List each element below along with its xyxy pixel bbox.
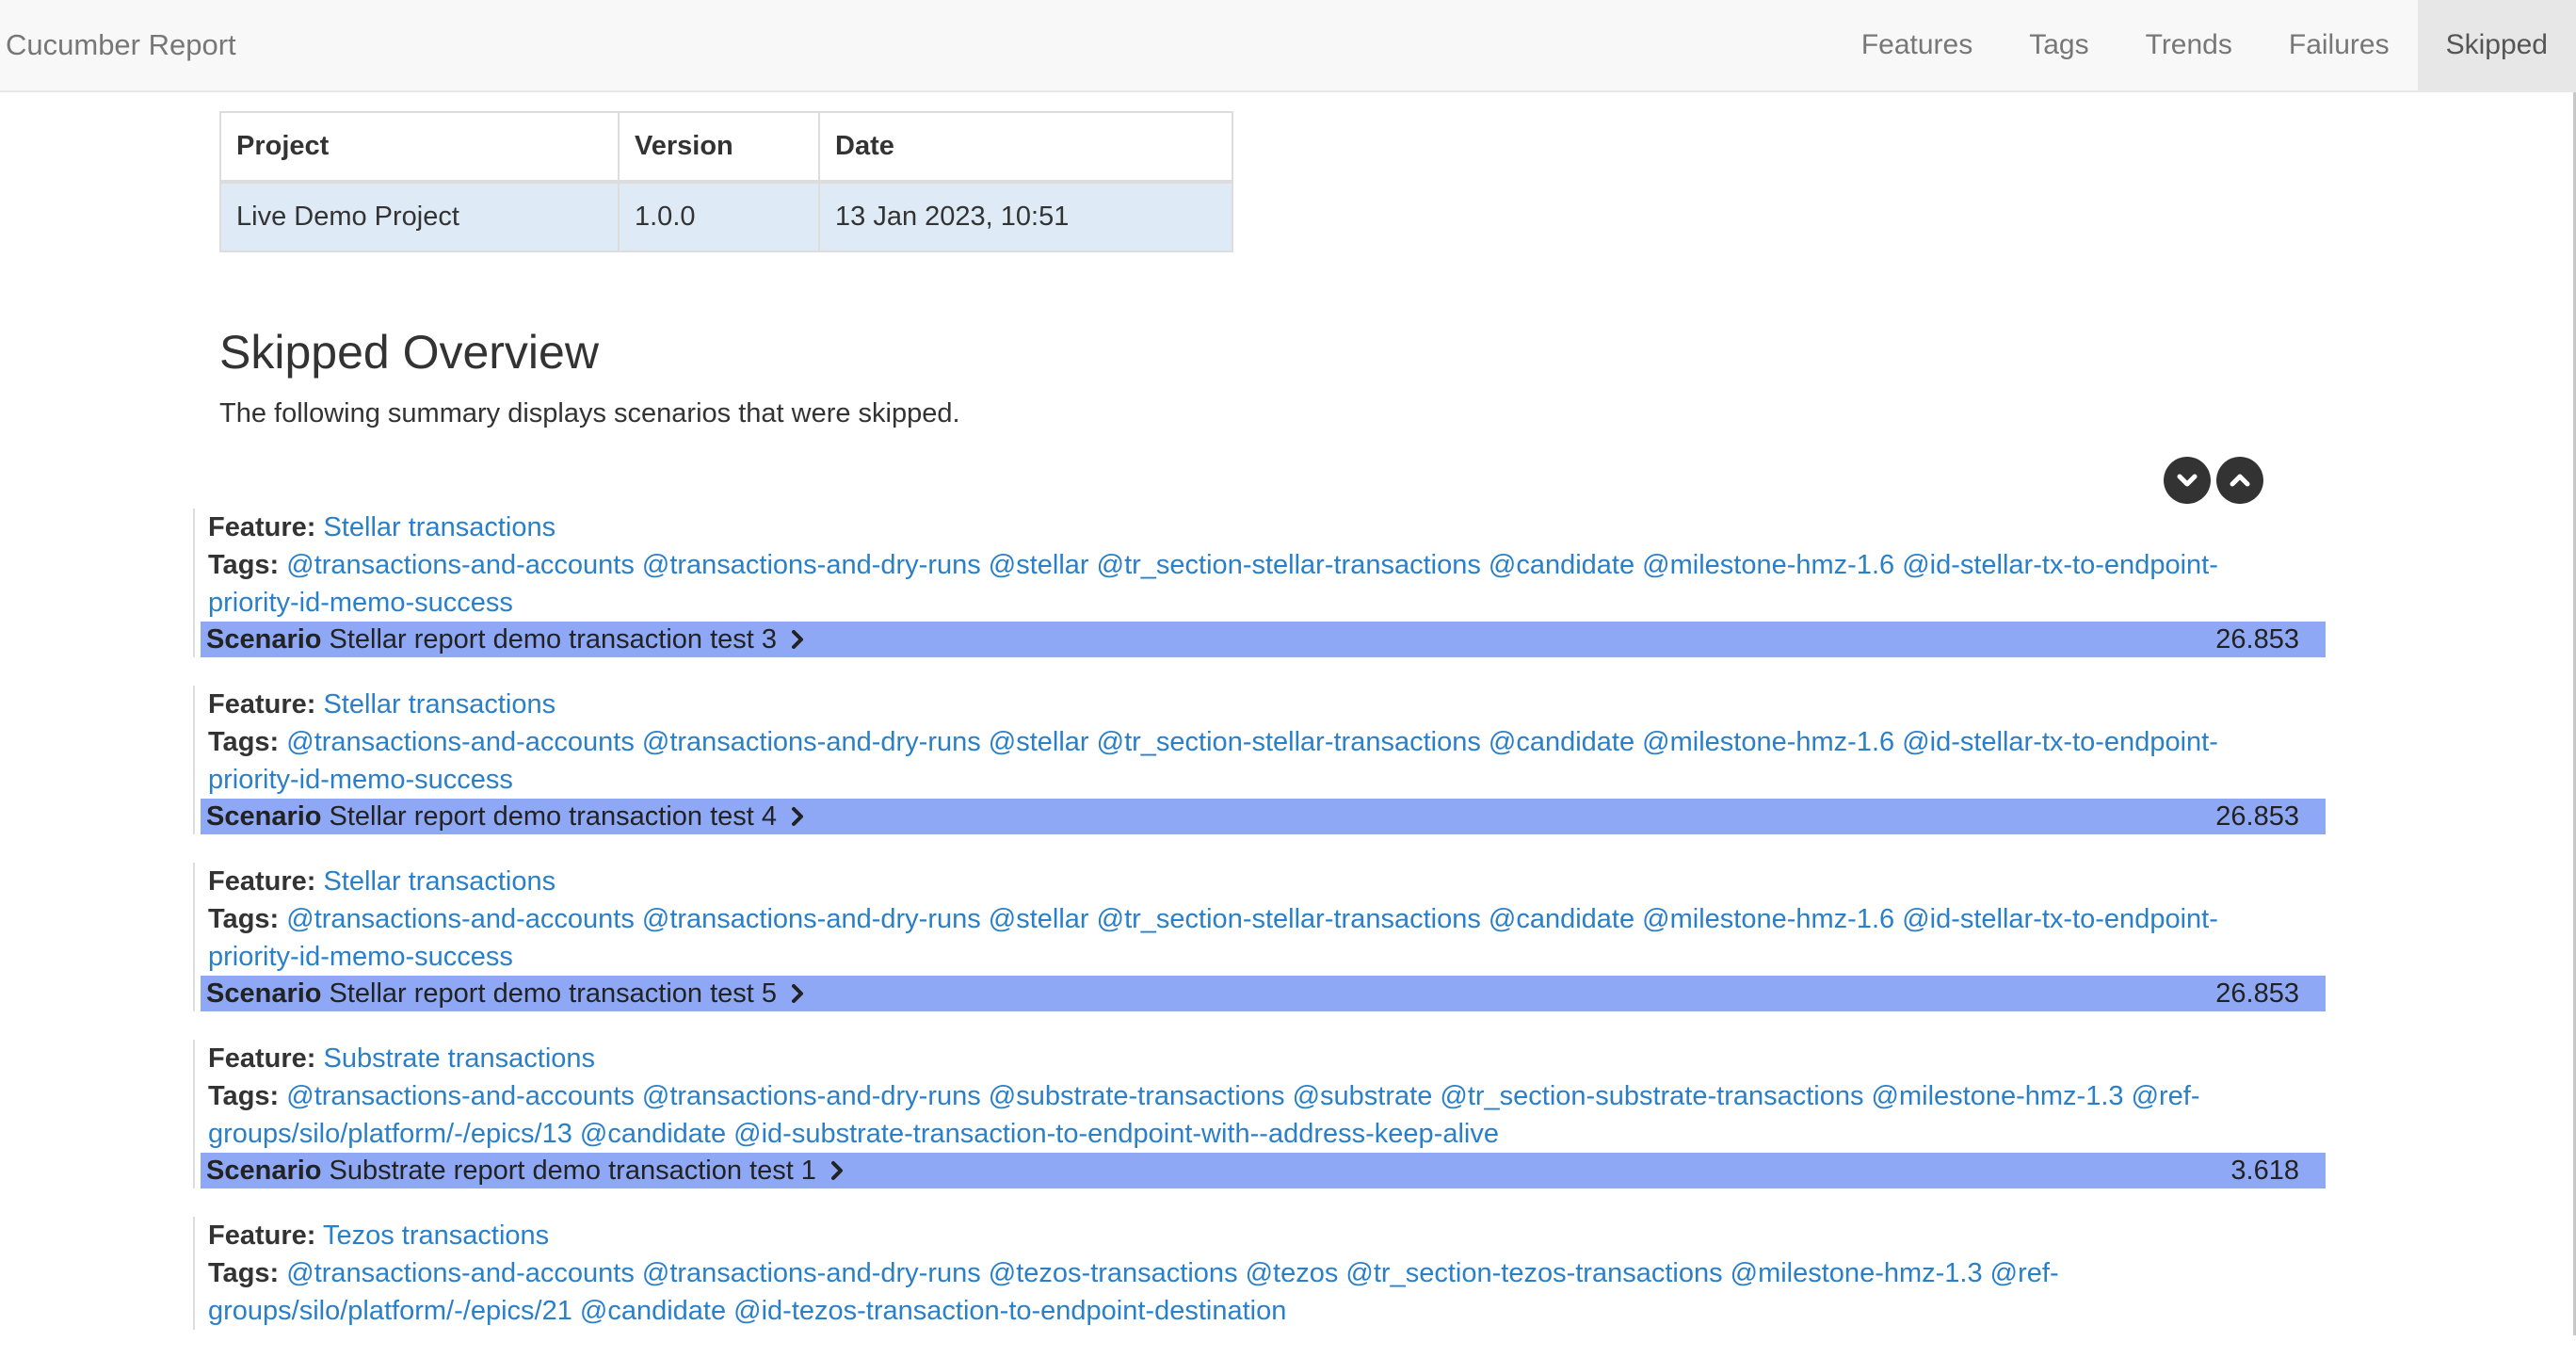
feature-link[interactable]: Substrate transactions xyxy=(323,1043,595,1074)
header-date: Date xyxy=(818,111,1233,184)
scenario-label: Scenario xyxy=(206,1156,322,1186)
chevron-right-icon xyxy=(830,1161,843,1180)
chevron-right-icon xyxy=(792,630,804,649)
tags-line: Tags: @transactions-and-accounts @transa… xyxy=(195,723,2326,799)
list-item: Feature: Stellar transactions Tags: @tra… xyxy=(193,863,2326,1011)
page-title: Skipped Overview xyxy=(219,326,599,379)
tag-links[interactable]: @transactions-and-accounts @transactions… xyxy=(208,550,2218,618)
cell-date: 13 Jan 2023, 10:51 xyxy=(818,181,1233,252)
scenario-bar[interactable]: Scenario Stellar report demo transaction… xyxy=(201,799,2326,834)
scenario-name: Stellar report demo transaction test 3 xyxy=(329,624,778,655)
scenario-label: Scenario xyxy=(206,978,322,1009)
scenario-duration: 3.618 xyxy=(2230,1156,2299,1186)
list-item: Feature: Stellar transactions Tags: @tra… xyxy=(193,509,2326,657)
feature-link[interactable]: Stellar transactions xyxy=(323,689,555,719)
top-navbar: Cucumber Report Features Tags Trends Fai… xyxy=(0,0,2576,92)
cell-version: 1.0.0 xyxy=(618,181,820,252)
chevron-right-icon xyxy=(792,807,804,826)
scenario-bar[interactable]: Scenario Substrate report demo transacti… xyxy=(201,1153,2326,1188)
tags-line: Tags: @transactions-and-accounts @transa… xyxy=(195,546,2326,622)
scenario-bar[interactable]: Scenario Stellar report demo transaction… xyxy=(201,622,2326,657)
list-item: Feature: Tezos transactions Tags: @trans… xyxy=(193,1217,2326,1330)
scenario-name: Stellar report demo transaction test 5 xyxy=(329,978,778,1009)
tags-label: Tags: xyxy=(208,904,280,934)
feature-label: Feature: xyxy=(208,1221,316,1251)
header-project: Project xyxy=(219,111,620,184)
collapse-all-button[interactable] xyxy=(2216,457,2263,504)
feature-label: Feature: xyxy=(208,866,316,897)
feature-line: Feature: Tezos transactions xyxy=(195,1217,2326,1254)
nav-item-failures[interactable]: Failures xyxy=(2261,0,2418,90)
scenario-duration: 26.853 xyxy=(2215,801,2299,832)
feature-line: Feature: Stellar transactions xyxy=(195,509,2326,546)
tag-links[interactable]: @transactions-and-accounts @transactions… xyxy=(208,1081,2200,1149)
tags-line: Tags: @transactions-and-accounts @transa… xyxy=(195,1254,2326,1330)
chevron-right-icon xyxy=(792,984,804,1003)
scenario-label: Scenario xyxy=(206,801,322,832)
list-item: Feature: Stellar transactions Tags: @tra… xyxy=(193,686,2326,834)
feature-label: Feature: xyxy=(208,689,316,719)
nav-item-trends[interactable]: Trends xyxy=(2117,0,2261,90)
tags-label: Tags: xyxy=(208,1081,280,1111)
feature-line: Feature: Stellar transactions xyxy=(195,863,2326,900)
chevron-down-icon xyxy=(2177,474,2198,487)
feature-link[interactable]: Tezos transactions xyxy=(323,1221,549,1251)
feature-line: Feature: Substrate transactions xyxy=(195,1040,2326,1077)
tags-line: Tags: @transactions-and-accounts @transa… xyxy=(195,1077,2326,1153)
feature-line: Feature: Stellar transactions xyxy=(195,686,2326,723)
cell-project: Live Demo Project xyxy=(219,181,620,252)
tags-label: Tags: xyxy=(208,550,280,580)
scenario-bar[interactable]: Scenario Stellar report demo transaction… xyxy=(201,976,2326,1011)
tags-label: Tags: xyxy=(208,1258,280,1288)
page-subtitle: The following summary displays scenarios… xyxy=(219,398,960,428)
brand-link[interactable]: Cucumber Report xyxy=(6,0,236,90)
header-version: Version xyxy=(618,111,820,184)
nav-item-features[interactable]: Features xyxy=(1833,0,2001,90)
feature-link[interactable]: Stellar transactions xyxy=(323,866,555,897)
tag-links[interactable]: @transactions-and-accounts @transactions… xyxy=(208,727,2218,795)
skipped-list: Feature: Stellar transactions Tags: @tra… xyxy=(193,509,2326,1358)
report-info-table: Project Version Date Live Demo Project 1… xyxy=(219,111,1233,252)
tags-label: Tags: xyxy=(208,727,280,757)
feature-label: Feature: xyxy=(208,512,316,542)
nav-item-tags[interactable]: Tags xyxy=(2001,0,2117,90)
scenario-duration: 26.853 xyxy=(2215,624,2299,655)
feature-link[interactable]: Stellar transactions xyxy=(323,512,555,542)
nav-item-skipped[interactable]: Skipped xyxy=(2417,0,2576,90)
tag-links[interactable]: @transactions-and-accounts @transactions… xyxy=(208,1258,2059,1326)
scenario-name: Stellar report demo transaction test 4 xyxy=(329,801,778,832)
scenario-label: Scenario xyxy=(206,624,322,655)
expand-all-button[interactable] xyxy=(2164,457,2211,504)
table-row: Live Demo Project 1.0.0 13 Jan 2023, 10:… xyxy=(219,181,1233,252)
chevron-up-icon xyxy=(2230,474,2250,487)
tags-line: Tags: @transactions-and-accounts @transa… xyxy=(195,900,2326,976)
scenario-duration: 26.853 xyxy=(2215,978,2299,1009)
tag-links[interactable]: @transactions-and-accounts @transactions… xyxy=(208,904,2218,972)
list-item: Feature: Substrate transactions Tags: @t… xyxy=(193,1040,2326,1188)
scenario-name: Substrate report demo transaction test 1 xyxy=(329,1156,816,1186)
feature-label: Feature: xyxy=(208,1043,316,1074)
nav-menu: Features Tags Trends Failures Skipped xyxy=(1833,0,2576,90)
